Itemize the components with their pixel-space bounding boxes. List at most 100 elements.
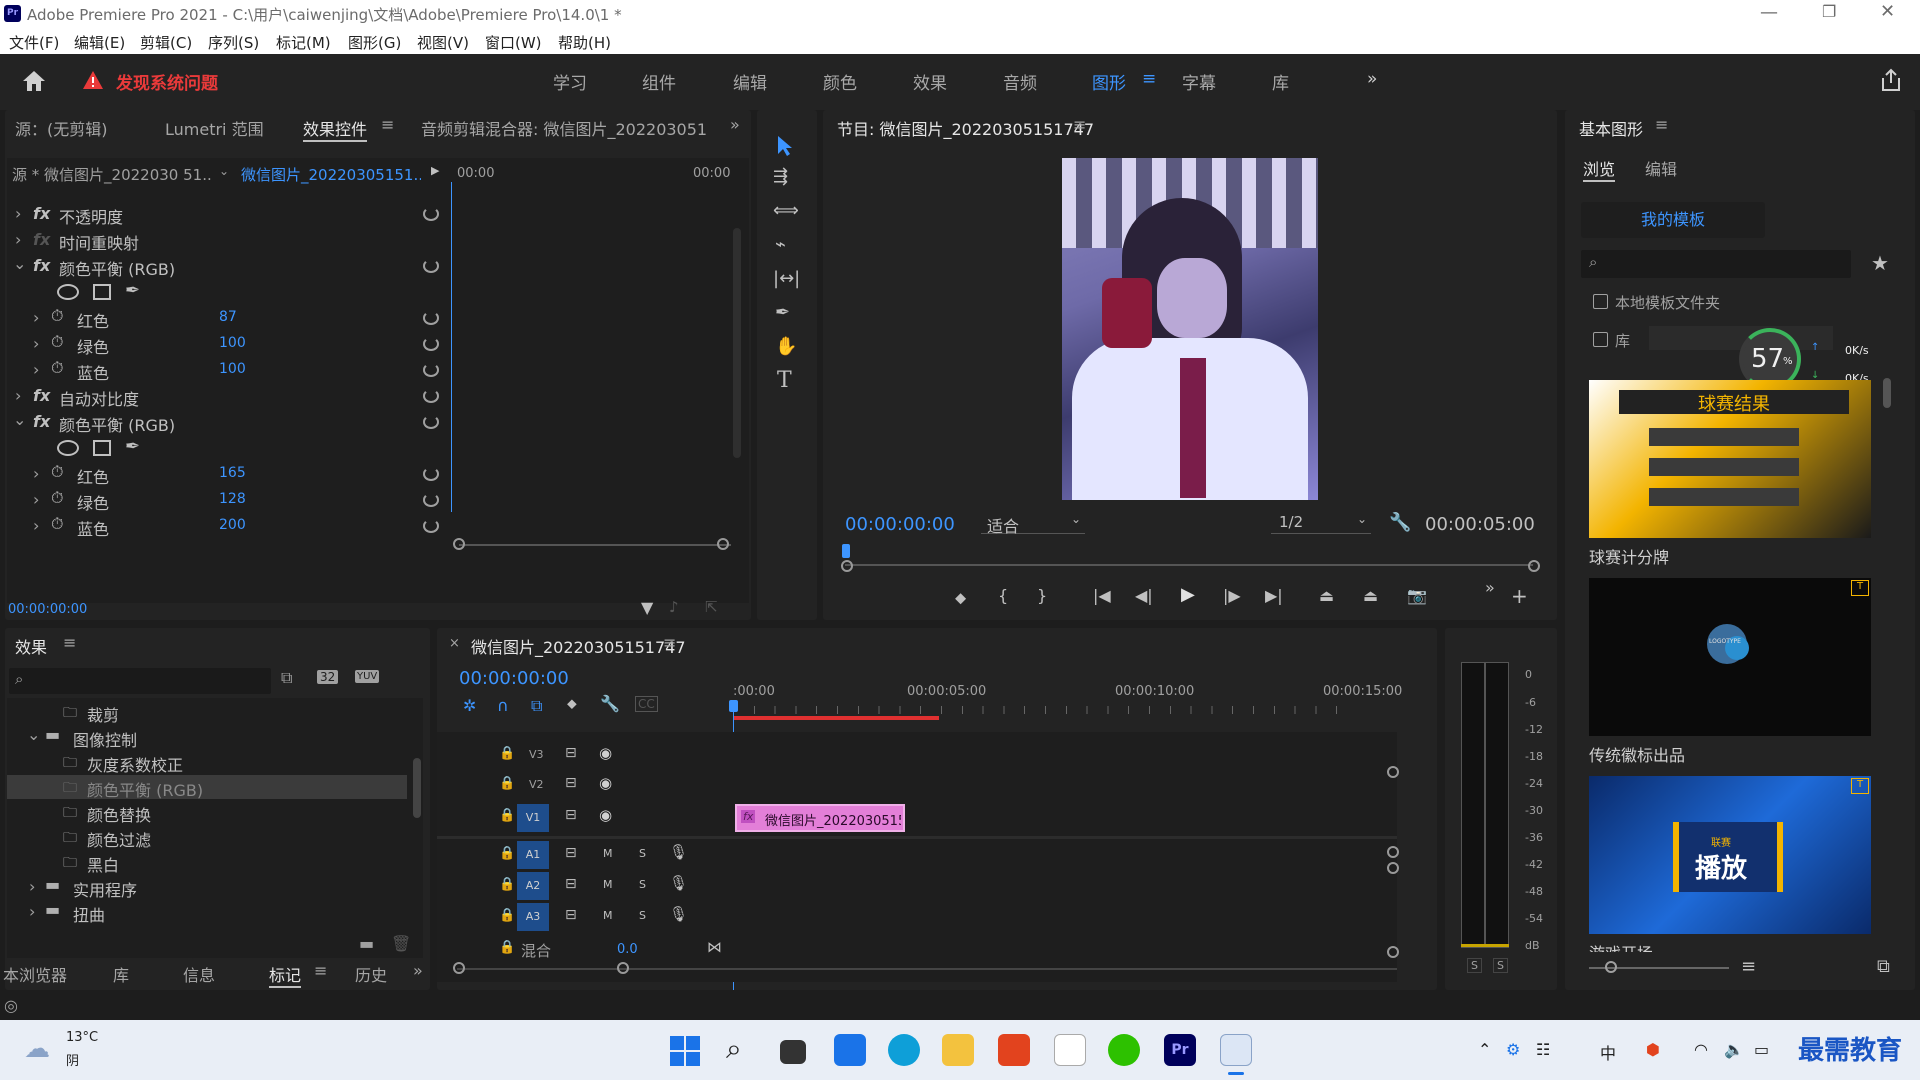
nest-toggle-icon[interactable]: ✲ (463, 696, 476, 715)
ec-zoom-handle-left[interactable] (453, 538, 465, 550)
mark-in-icon[interactable]: { (998, 586, 1008, 605)
template-thumbnail-game[interactable]: 联赛 播放 T (1589, 776, 1871, 934)
go-to-in-out-icon[interactable]: ⋈ (707, 938, 722, 956)
reset-icon[interactable] (423, 337, 439, 351)
param-value[interactable]: 128 (219, 491, 246, 507)
eye-icon[interactable]: ◉ (599, 774, 612, 792)
microphone-icon[interactable]: 🎙 (669, 905, 688, 923)
program-menu-icon[interactable]: ≡ (1073, 115, 1086, 134)
export-frame-camera-icon[interactable]: 📷 (1407, 586, 1427, 605)
minimize-button[interactable]: — (1760, 2, 1778, 23)
track-target-a3[interactable]: A3 (517, 903, 549, 931)
ws-more[interactable]: » (1367, 69, 1377, 89)
tray-app-icon[interactable]: ⚙ (1506, 1040, 1520, 1059)
tab-markers[interactable]: 标记 (269, 962, 302, 988)
sync-lock-icon[interactable]: ⊟ (565, 775, 577, 791)
delete-icon[interactable]: 🗑 (391, 934, 411, 953)
play-icon[interactable]: ▶ (1181, 584, 1195, 605)
rectangle-mask-icon[interactable] (93, 284, 111, 300)
expand-chevron-icon[interactable]: › (33, 360, 39, 379)
extract-icon[interactable]: ⏏ (1363, 586, 1378, 605)
my-templates-button[interactable]: 我的模板 (1581, 202, 1765, 238)
battery-icon[interactable]: ▭ (1754, 1040, 1769, 1059)
ws-graphics-menu-icon[interactable]: ≡ (1142, 69, 1156, 89)
lock-icon[interactable]: 🔒 (499, 908, 515, 923)
effect-item-gamma[interactable]: 🗀 灰度系数校正 (7, 750, 407, 775)
menu-view[interactable]: 视图(V) (417, 32, 469, 53)
slip-tool-icon[interactable]: |↔| (773, 268, 800, 289)
razor-tool-icon[interactable]: ⌁ (775, 234, 786, 255)
weather-desc[interactable]: 阴 (66, 1050, 79, 1069)
tab-source[interactable]: 源：(无剪辑) (15, 116, 108, 140)
stopwatch-icon[interactable]: ⏱ (51, 488, 63, 508)
reset-icon[interactable] (423, 363, 439, 377)
mark-out-icon[interactable]: } (1037, 586, 1047, 605)
tab-effect-controls[interactable]: 效果控件 (303, 116, 368, 142)
pen-mask-icon[interactable]: ✒ (125, 280, 140, 301)
stopwatch-icon[interactable]: ⏱ (51, 306, 63, 326)
ws-captions[interactable]: 字幕 (1182, 69, 1216, 94)
menu-window[interactable]: 窗口(W) (485, 32, 542, 53)
captions-icon[interactable]: CC (635, 696, 658, 712)
timeline-clip[interactable]: fx 微信图片_20220305151747.j (735, 804, 905, 832)
lock-icon[interactable]: 🔒 (499, 877, 515, 892)
effects-scrollbar[interactable] (413, 758, 421, 818)
favorite-star-icon[interactable]: ★ (1871, 251, 1889, 275)
vertical-scroll-handle-top[interactable] (1387, 766, 1399, 778)
thumbnail-size-handle[interactable] (1605, 961, 1617, 973)
reset-icon[interactable] (423, 519, 439, 533)
weather-cloud-icon[interactable]: ☁ (24, 1034, 50, 1064)
program-timecode[interactable]: 00:00:00:00 (845, 514, 955, 535)
mix-value[interactable]: 0.0 (617, 942, 638, 957)
tab-edit[interactable]: 编辑 (1645, 156, 1677, 180)
stopwatch-icon[interactable]: ⏱ (51, 462, 63, 482)
collapse-chevron-icon[interactable]: ⌄ (13, 254, 26, 273)
ec-timecode[interactable]: 00:00:00:00 (8, 602, 87, 617)
template-thumbnail-scoreboard[interactable]: 球赛结果 (1589, 380, 1871, 538)
template-thumbnail-logo[interactable]: LOGOTYPE T (1589, 578, 1871, 736)
eye-icon[interactable]: ◉ (599, 806, 612, 824)
expand-chevron-icon[interactable]: › (29, 902, 35, 921)
ws-assembly[interactable]: 组件 (642, 69, 676, 94)
effects-title[interactable]: 效果 (15, 634, 47, 658)
track-target-v1[interactable]: V1 (517, 804, 549, 832)
weather-temp[interactable]: 13°C (66, 1030, 98, 1045)
menu-graphics[interactable]: 图形(G) (348, 32, 401, 53)
ws-effects[interactable]: 效果 (913, 69, 947, 94)
track-select-tool-icon[interactable]: ⇶ (773, 166, 788, 187)
ws-graphics[interactable]: 图形 (1092, 69, 1126, 94)
expand-chevron-icon[interactable]: › (15, 204, 21, 223)
collapse-chevron-icon[interactable]: ⌄ (27, 725, 40, 744)
snap-icon[interactable]: ∩ (497, 696, 509, 715)
linked-selection-icon[interactable]: ⧉ (531, 696, 542, 716)
track-target-a2[interactable]: A2 (517, 872, 549, 900)
effect-folder-utility[interactable]: › ▬ 实用程序 (7, 875, 407, 900)
ws-color[interactable]: 颜色 (823, 69, 857, 94)
meter-solo-left[interactable]: S (1467, 958, 1482, 973)
effect-folder-image-control[interactable]: ⌄ ▬ 图像控制 (7, 725, 407, 750)
sync-lock-icon[interactable]: ⊟ (565, 745, 577, 761)
ec-zoom-scrollbar[interactable] (459, 544, 731, 546)
new-folder-icon[interactable]: ▬ (359, 934, 374, 953)
effect-folder-distort[interactable]: › ▬ 扭曲 (7, 900, 407, 925)
collapse-chevron-icon[interactable]: ⌄ (13, 410, 26, 429)
expand-chevron-icon[interactable]: › (29, 877, 35, 896)
home-icon[interactable] (22, 70, 46, 92)
effect-item-crop[interactable]: 🗀 裁剪 (7, 700, 407, 725)
mute-button[interactable]: M (603, 909, 613, 922)
ec-playhead[interactable] (451, 182, 452, 512)
work-area-bar[interactable] (733, 716, 939, 720)
stopwatch-icon[interactable]: ⏱ (51, 332, 63, 352)
expand-chevron-icon[interactable]: › (33, 464, 39, 483)
graphics-menu-icon[interactable]: ≡ (1655, 115, 1668, 134)
search-icon[interactable]: ⌕ (726, 1032, 742, 1066)
sequence-clip-label[interactable]: 微信图片_20220305151... (241, 164, 421, 185)
timeline-zoom-left[interactable] (453, 962, 465, 974)
timeline-timecode[interactable]: 00:00:00:00 (459, 668, 569, 689)
lock-icon[interactable]: 🔒 (499, 846, 515, 861)
go-to-out-icon[interactable]: ▶| (1265, 586, 1283, 605)
microphone-icon[interactable]: 🎙 (669, 843, 688, 861)
solo-button[interactable]: S (639, 878, 646, 891)
fit-dropdown[interactable]: 适合 ⌄ (981, 512, 1085, 536)
effect-item-black-white[interactable]: 🗀 黑白 (7, 850, 407, 875)
